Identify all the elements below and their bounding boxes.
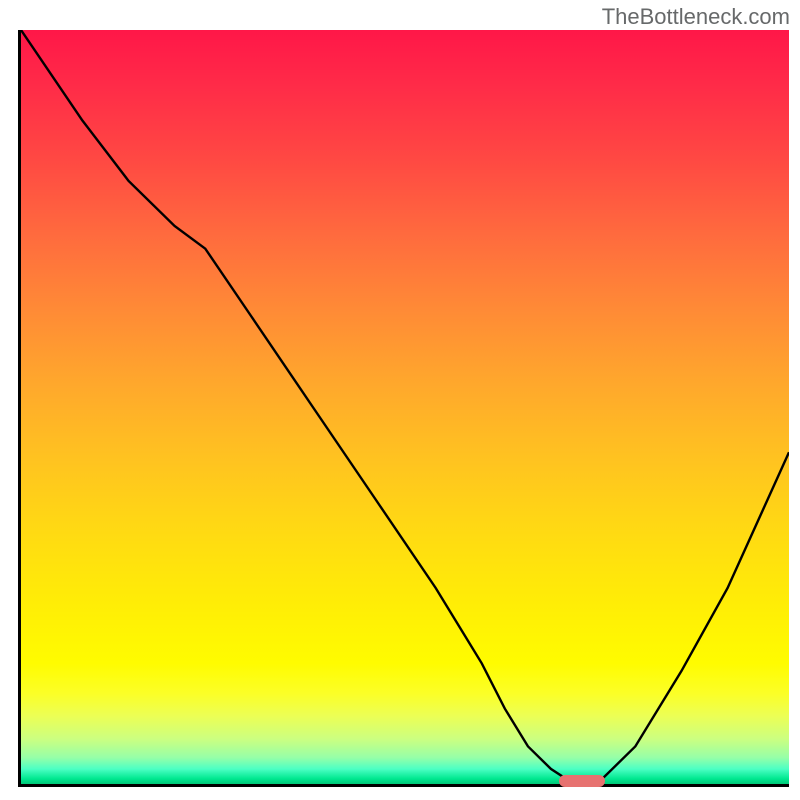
bottleneck-curve: [21, 30, 789, 784]
chart-container: TheBottleneck.com: [0, 0, 800, 800]
plot-area: [18, 30, 789, 787]
curve-svg: [21, 30, 789, 784]
watermark-text: TheBottleneck.com: [602, 4, 790, 30]
optimal-marker: [559, 775, 605, 787]
